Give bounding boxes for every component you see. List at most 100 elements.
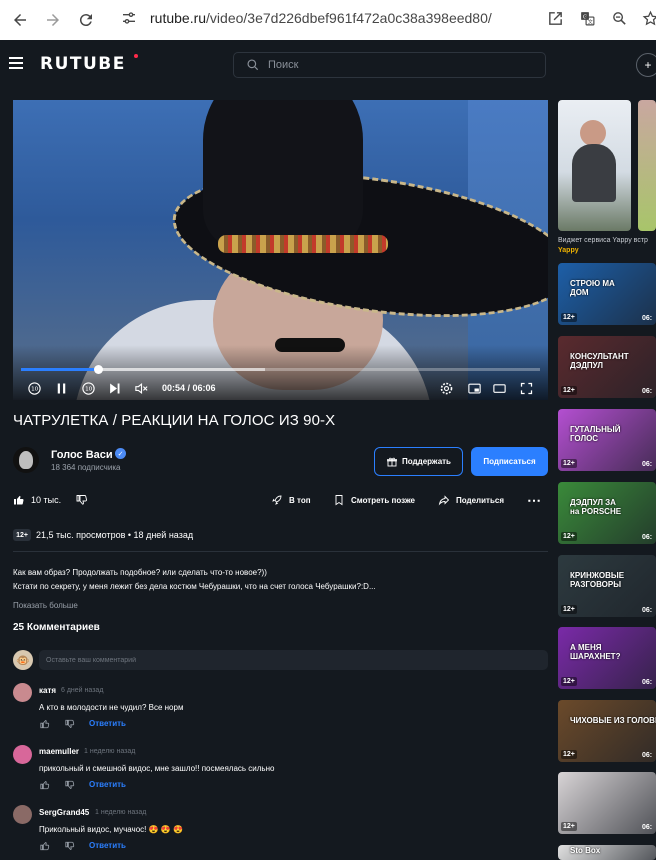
comment-dislike-icon[interactable]	[65, 780, 75, 790]
svg-text:10: 10	[85, 386, 93, 392]
promo-title[interactable]: Виджет сервиса Yappy встр	[558, 237, 648, 244]
verified-icon: ✓	[115, 448, 126, 459]
yappy-widget[interactable]	[558, 100, 656, 231]
recommended-video-thumbnail[interactable]: Sto Box	[558, 845, 656, 860]
video-duration: 06:	[642, 461, 653, 468]
channel-name[interactable]: Голос Васи	[51, 449, 113, 461]
comment-avatar[interactable]	[13, 683, 32, 702]
svg-text:文: 文	[587, 18, 592, 25]
search-input[interactable]	[268, 59, 518, 71]
translate-button[interactable]: G文	[575, 6, 599, 30]
forward-button[interactable]	[40, 7, 66, 33]
comment-time: 1 неделю назад	[95, 809, 147, 816]
description-line-2: Кстати по секрету, у меня лежит без дела…	[13, 582, 376, 591]
recommended-video-thumbnail[interactable]: 12+ 06:	[558, 772, 656, 834]
url-path: /video/3e7d226dbef961f472a0c38a398eed80/	[206, 10, 492, 26]
address-bar[interactable]: rutube.ru/video/3e7d226dbef961f472a0c38a…	[110, 4, 540, 32]
progress-bar[interactable]	[21, 365, 540, 374]
comment-author[interactable]: SergGrand45	[39, 808, 89, 817]
thumbnail-caption: ГУТАЛЬНЫЙ ГОЛОС	[570, 425, 621, 443]
comment-text: прикольный и смешной видос, мне зашло!! …	[39, 764, 275, 773]
user-avatar: 🐵	[13, 650, 33, 670]
comment-like-icon[interactable]	[40, 780, 50, 790]
channel-avatar[interactable]	[13, 447, 39, 473]
comment-avatar[interactable]	[13, 805, 32, 824]
url-host: rutube.ru	[150, 10, 207, 26]
description-line-1: Как вам образ? Продолжать подобное? или …	[13, 568, 267, 577]
open-in-app-button[interactable]	[543, 6, 567, 30]
search-box[interactable]	[233, 52, 546, 78]
comment-input[interactable]	[46, 656, 536, 664]
fullscreen-button[interactable]	[516, 378, 536, 398]
top-button[interactable]: В топ	[271, 494, 311, 506]
comment-author[interactable]: maemuller	[39, 747, 79, 756]
comment-like-icon[interactable]	[40, 719, 50, 729]
age-rating-badge: 12+	[561, 532, 577, 541]
more-options-button[interactable]: ⋯	[527, 492, 541, 509]
age-rating-badge: 12+	[561, 822, 577, 831]
like-button[interactable]: 10 тыс.	[13, 494, 61, 506]
support-button[interactable]: Поддержать	[374, 447, 463, 476]
menu-icon[interactable]	[9, 57, 23, 71]
pause-icon	[57, 383, 65, 393]
comment-text: Прикольный видос, мучачос! 😍 😍 😍	[39, 825, 183, 834]
next-button[interactable]	[104, 378, 124, 398]
reply-button[interactable]: Ответить	[89, 780, 126, 789]
recommended-video-thumbnail[interactable]: ЧИХОВЫЕ ИЗ ГОЛОВЫ 12+ 06:	[558, 700, 656, 762]
comment-time: 1 неделю назад	[84, 748, 136, 755]
watch-later-label: Смотреть позже	[351, 495, 415, 505]
settings-button[interactable]	[436, 378, 456, 398]
video-duration: 06:	[642, 752, 653, 759]
rocket-icon	[272, 495, 282, 505]
comment-dislike-icon[interactable]	[65, 719, 75, 729]
recommended-video-thumbnail[interactable]: ДЭДПУЛ ЗА на PORSCHE 12+ 06:	[558, 482, 656, 544]
theater-mode-button[interactable]	[489, 378, 509, 398]
subscribe-button[interactable]: Подписаться	[471, 447, 548, 476]
recommended-video-thumbnail[interactable]: СТРОЮ МА ДОМ 12+ 06:	[558, 263, 656, 325]
theater-icon	[492, 383, 506, 393]
comment-box[interactable]	[39, 650, 548, 670]
video-stats: 21,5 тыс. просмотров • 18 дней назад	[36, 530, 194, 540]
upload-button[interactable]: +	[636, 53, 656, 77]
arrow-right-icon	[47, 14, 59, 26]
fullscreen-icon	[520, 382, 532, 394]
rewind-10-icon: 10	[27, 381, 41, 395]
age-rating-badge: 12+	[561, 605, 577, 614]
zoom-button[interactable]	[607, 6, 631, 30]
reply-button[interactable]: Ответить	[89, 719, 126, 728]
recommended-video-thumbnail[interactable]: КРИНЖОВЫЕ РАЗГОВОРЫ 12+ 06:	[558, 555, 656, 617]
progress-handle[interactable]	[93, 365, 103, 374]
svg-text:10: 10	[31, 386, 39, 392]
comment-dislike-icon[interactable]	[65, 841, 75, 851]
like-count: 10 тыс.	[31, 495, 62, 505]
thumbs-up-icon	[14, 495, 24, 505]
video-player[interactable]: 10 10 00:54 / 06:06	[13, 100, 548, 400]
comment-author[interactable]: катя	[39, 686, 56, 695]
back-button[interactable]	[7, 7, 33, 33]
comment-avatar[interactable]	[13, 745, 32, 764]
mute-button[interactable]	[131, 378, 151, 398]
reply-button[interactable]: Ответить	[89, 841, 126, 850]
age-rating-badge: 12+	[13, 529, 31, 541]
promo-source[interactable]: Yappy	[558, 247, 579, 254]
thumbs-down-icon[interactable]	[76, 494, 88, 506]
thumbnail-caption: ДЭДПУЛ ЗА на PORSCHE	[570, 498, 622, 516]
rutube-logo[interactable]: RUTUBE	[40, 54, 126, 74]
pip-button[interactable]	[464, 378, 484, 398]
comment-text: А кто в молодости не чудил? Все норм	[39, 703, 184, 712]
pause-button[interactable]	[51, 378, 71, 398]
reload-button[interactable]	[73, 7, 99, 33]
recommended-video-thumbnail[interactable]: КОНСУЛЬТАНТ ДЭДПУЛ 12+ 06:	[558, 336, 656, 398]
age-rating-badge: 12+	[561, 459, 577, 468]
site-settings-icon[interactable]	[118, 7, 140, 29]
rewind-button[interactable]: 10	[24, 378, 44, 398]
recommended-video-thumbnail[interactable]: ГУТАЛЬНЫЙ ГОЛОС 12+ 06:	[558, 409, 656, 471]
share-button[interactable]: Поделиться	[438, 494, 504, 506]
search-icon	[247, 59, 259, 71]
comment-like-icon[interactable]	[40, 841, 50, 851]
show-more-link[interactable]: Показать больше	[13, 601, 78, 610]
watch-later-button[interactable]: Смотреть позже	[333, 494, 415, 506]
recommended-video-thumbnail[interactable]: А МЕНЯ ШАРАХНЕТ? 12+ 06:	[558, 627, 656, 689]
bookmark-button[interactable]	[638, 6, 656, 30]
forward-10-button[interactable]: 10	[78, 378, 98, 398]
